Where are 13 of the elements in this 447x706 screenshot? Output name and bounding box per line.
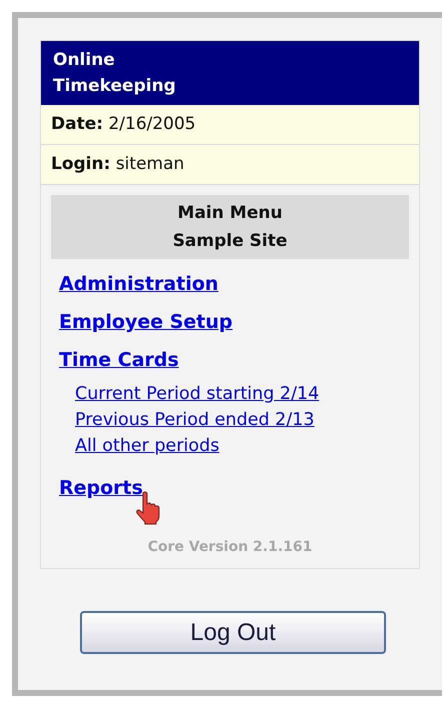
menu-heading: Main Menu Sample Site <box>172 202 288 253</box>
log-out-button[interactable]: Log Out <box>80 611 386 654</box>
menu-link[interactable]: Reports <box>59 469 143 507</box>
info-text: Date: 2/16/2005 <box>51 112 196 136</box>
submenu-link[interactable]: Previous Period ended 2/13 <box>75 407 314 433</box>
version-text: Core Version 2.1.161 <box>148 538 312 557</box>
info-text: Login: siteman <box>51 152 184 176</box>
menu-link[interactable]: Time Cards <box>59 341 179 379</box>
menu-link[interactable]: Employee Setup <box>59 303 232 341</box>
submenu-link[interactable]: All other periods <box>75 433 220 459</box>
submenu-link[interactable]: Current Period starting 2/14 <box>75 381 320 407</box>
menu-link[interactable]: Administration <box>59 265 218 303</box>
app-title: Online Timekeeping <box>53 49 177 98</box>
